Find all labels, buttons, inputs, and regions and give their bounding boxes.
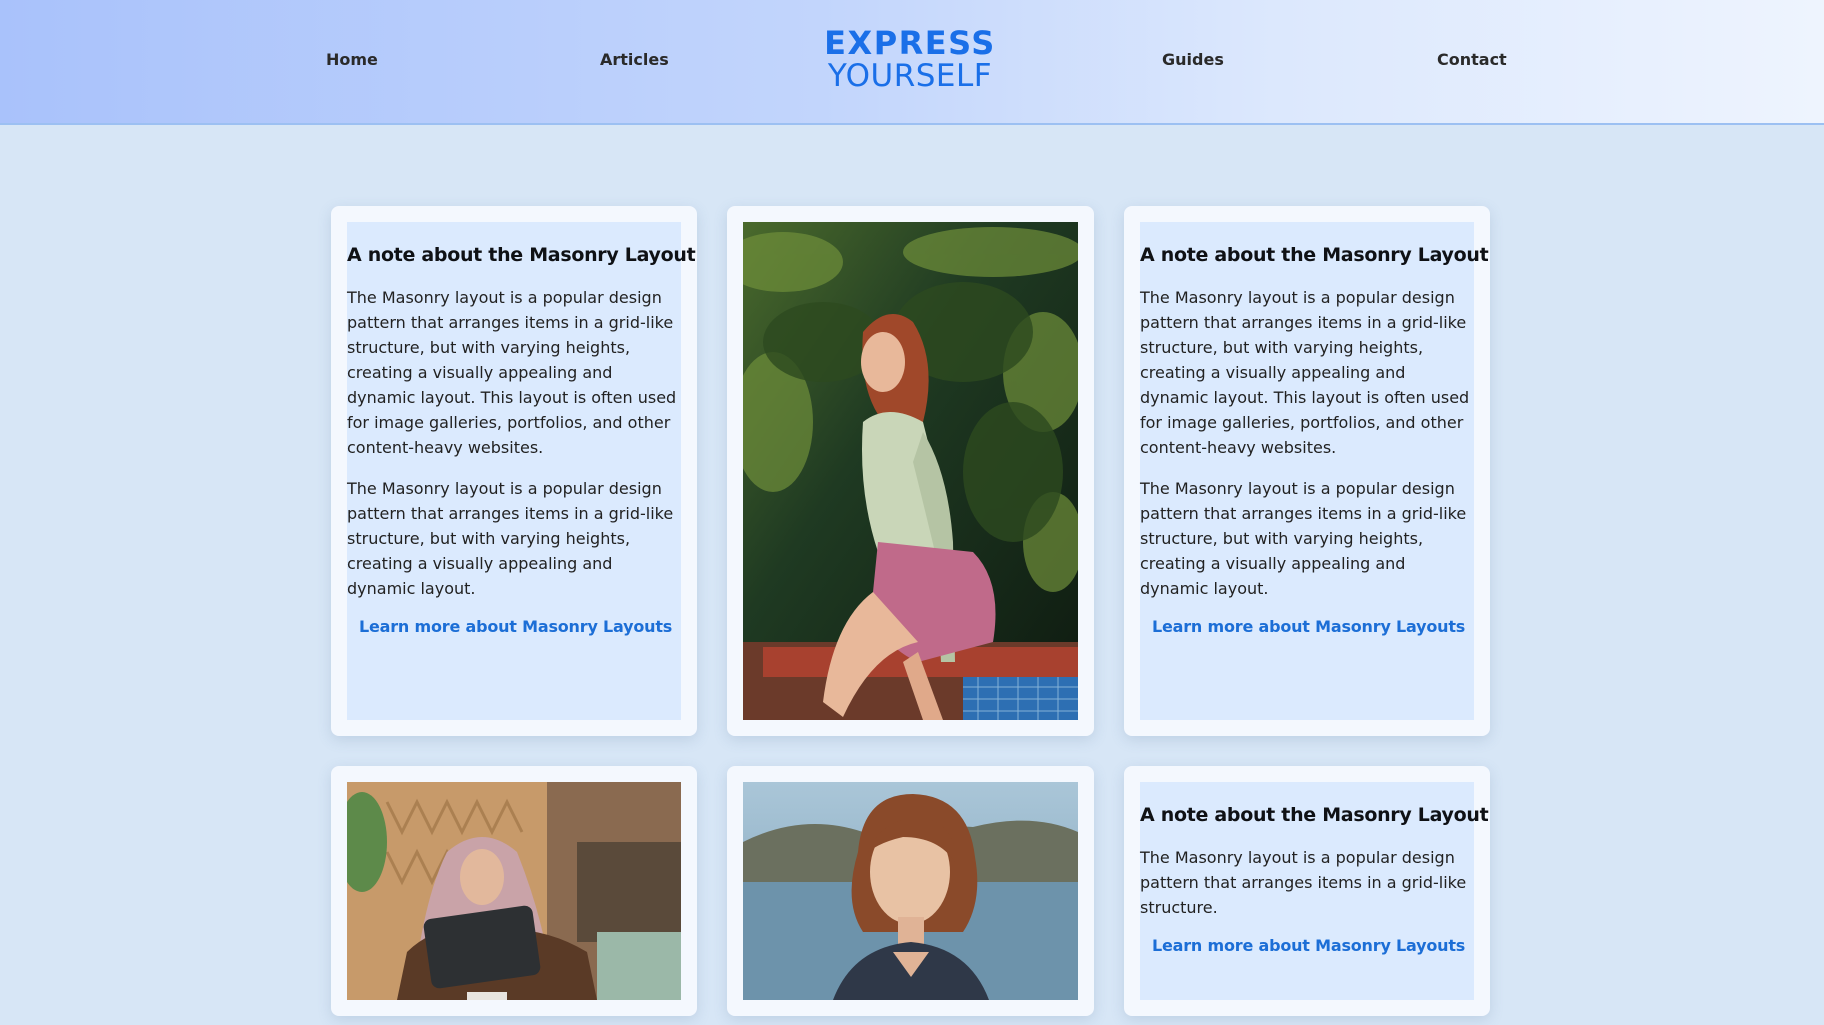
- card-content: A note about the Masonry Layout The Maso…: [347, 222, 696, 720]
- article-card: A note about the Masonry Layout The Maso…: [1124, 766, 1490, 1016]
- card-photo: [743, 782, 1078, 1000]
- image-card: [331, 766, 697, 1016]
- nav-home[interactable]: Home: [326, 50, 378, 69]
- woman-portrait-by-lake-photo: [743, 782, 1078, 1000]
- image-card: [727, 766, 1094, 1016]
- card-content: A note about the Masonry Layout The Maso…: [1140, 782, 1489, 1000]
- learn-more-link[interactable]: Learn more about Masonry Layouts: [1152, 617, 1474, 636]
- site-header: Home Articles EXPRESS YOURSELF Guides Co…: [0, 0, 1824, 125]
- card-paragraph: The Masonry layout is a popular design p…: [1140, 288, 1470, 457]
- woman-in-hijab-holding-laptop-photo: [347, 782, 681, 1000]
- card-photo: [743, 222, 1078, 720]
- logo-line-express: EXPRESS: [824, 24, 996, 62]
- logo-line-yourself: YOURSELF: [827, 58, 993, 94]
- article-card: A note about the Masonry Layout The Maso…: [1124, 206, 1490, 736]
- card-paragraph: The Masonry layout is a popular design p…: [1140, 479, 1467, 598]
- learn-more-link[interactable]: Learn more about Masonry Layouts: [359, 617, 681, 636]
- nav-articles[interactable]: Articles: [600, 50, 669, 69]
- woman-sitting-under-pine-tree-photo: [743, 222, 1078, 720]
- card-paragraph: The Masonry layout is a popular design p…: [347, 479, 674, 598]
- site-logo[interactable]: EXPRESS YOURSELF: [810, 27, 1010, 92]
- card-photo: [347, 782, 681, 1000]
- image-card: [727, 206, 1094, 736]
- article-card: A note about the Masonry Layout The Maso…: [331, 206, 697, 736]
- card-title: A note about the Masonry Layout: [347, 244, 696, 266]
- card-title: A note about the Masonry Layout: [1140, 804, 1489, 826]
- card-content: A note about the Masonry Layout The Maso…: [1140, 222, 1489, 720]
- card-title: A note about the Masonry Layout: [1140, 244, 1489, 266]
- learn-more-link[interactable]: Learn more about Masonry Layouts: [1152, 936, 1474, 955]
- nav-contact[interactable]: Contact: [1437, 50, 1507, 69]
- card-paragraph: The Masonry layout is a popular design p…: [347, 288, 677, 457]
- card-paragraph: The Masonry layout is a popular design p…: [1140, 848, 1467, 917]
- nav-guides[interactable]: Guides: [1162, 50, 1224, 69]
